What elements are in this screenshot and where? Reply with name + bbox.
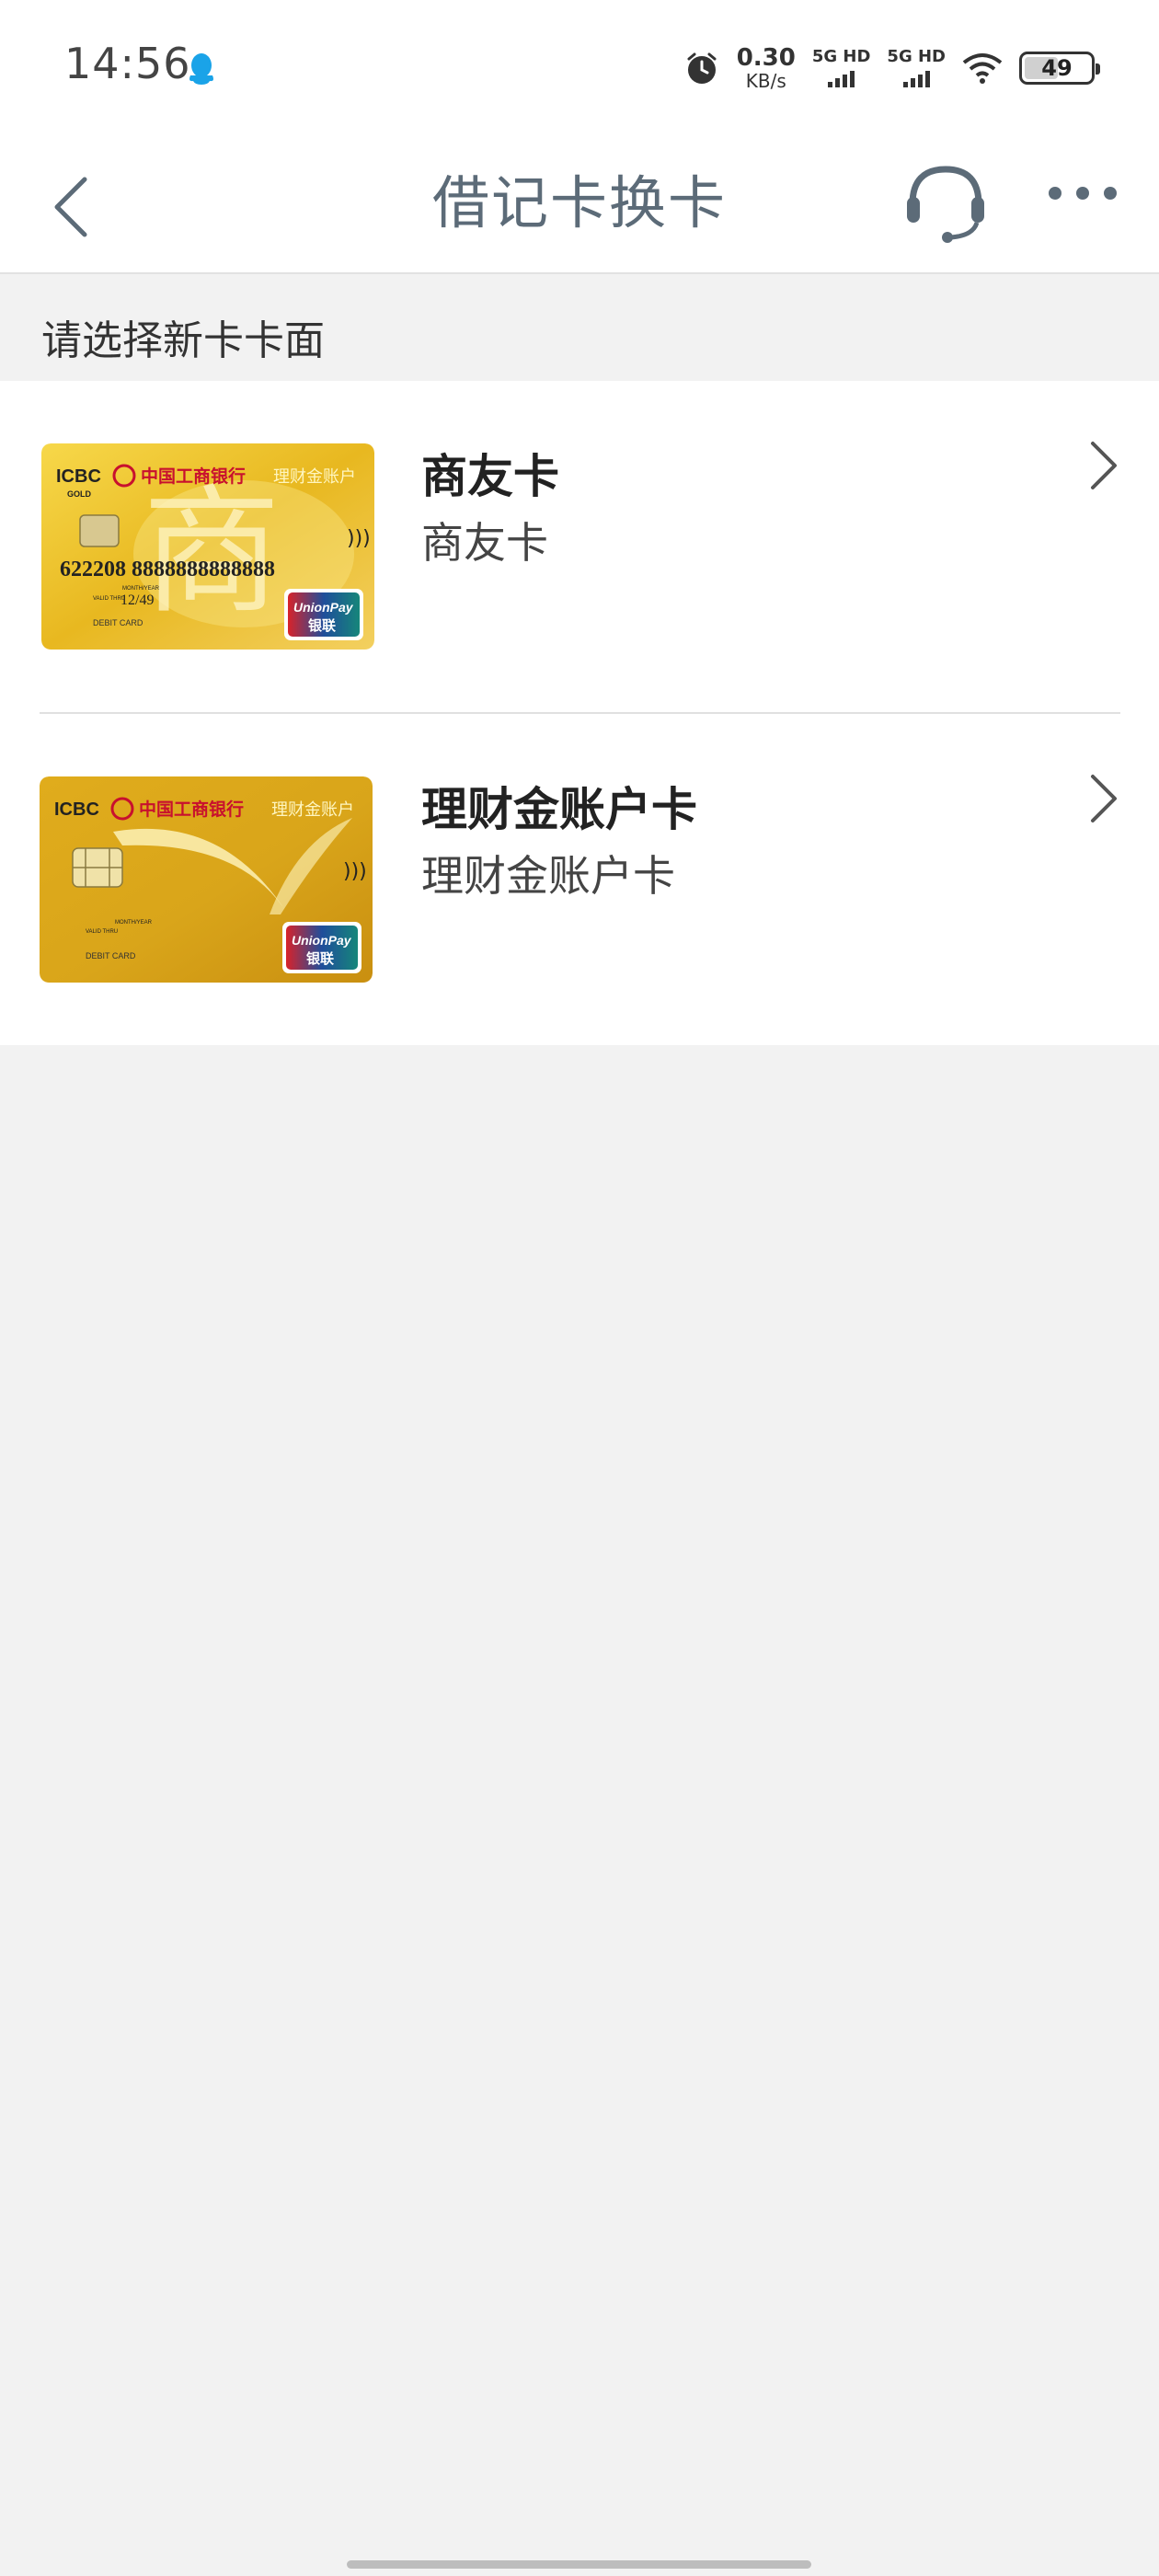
card-subtitle: 商友卡 bbox=[421, 518, 548, 568]
sim1-signal: 5G HD bbox=[811, 47, 871, 87]
svg-text:))): ))) bbox=[347, 527, 371, 550]
signal-bars-icon bbox=[902, 69, 930, 87]
svg-text:中国工商银行: 中国工商银行 bbox=[141, 466, 246, 487]
qq-icon bbox=[189, 53, 213, 85]
card-option-licaijin[interactable]: ICBC 中国工商银行 理财金账户 ))) MONTH/YEAR VALID T… bbox=[0, 714, 1159, 1045]
home-indicator[interactable] bbox=[347, 2560, 811, 2569]
battery-level: 49 bbox=[1041, 55, 1073, 81]
card-title: 商友卡 bbox=[421, 450, 559, 503]
signal-bars-icon bbox=[828, 69, 855, 87]
svg-text:理财金账户: 理财金账户 bbox=[273, 467, 356, 487]
wifi-icon bbox=[962, 53, 1003, 84]
network-speed: 0.30 KB/s bbox=[737, 46, 796, 90]
svg-text:银联: 银联 bbox=[308, 617, 337, 634]
svg-text:MONTH/YEAR: MONTH/YEAR bbox=[115, 920, 153, 926]
svg-text:12/49: 12/49 bbox=[120, 592, 154, 608]
card-face-image: ICBC 中国工商银行 理财金账户 ))) MONTH/YEAR VALID T… bbox=[40, 776, 373, 983]
svg-text:理财金账户: 理财金账户 bbox=[271, 800, 354, 820]
svg-text:MONTH/YEAR: MONTH/YEAR bbox=[122, 586, 160, 592]
battery-icon: 49 bbox=[1019, 52, 1100, 85]
status-indicators: 0.30 KB/s 5G HD 5G HD 49 bbox=[683, 40, 1100, 96]
svg-text:UnionPay: UnionPay bbox=[292, 933, 352, 948]
network-speed-value: 0.30 bbox=[736, 44, 796, 72]
svg-text:DEBIT CARD: DEBIT CARD bbox=[86, 951, 136, 960]
alarm-icon bbox=[687, 52, 717, 84]
card-title: 理财金账户卡 bbox=[421, 783, 697, 836]
card-list: 商 ICBC 中国工商银行 理财金账户 GOLD ))) 622208 8888… bbox=[0, 381, 1159, 1045]
svg-text:))): ))) bbox=[343, 860, 367, 883]
sim1-label: 5G HD bbox=[811, 47, 871, 66]
card-emblem: 商 bbox=[143, 473, 281, 633]
headset-icon[interactable] bbox=[900, 156, 992, 248]
svg-text:VALID THRU: VALID THRU bbox=[86, 929, 118, 935]
card-subtitle: 理财金账户卡 bbox=[421, 851, 675, 901]
chevron-right-icon bbox=[1091, 442, 1117, 489]
svg-text:622208 8888888888888: 622208 8888888888888 bbox=[60, 558, 275, 581]
chevron-right-icon bbox=[1091, 775, 1117, 822]
card-option-shangyou[interactable]: 商 ICBC 中国工商银行 理财金账户 GOLD ))) 622208 8888… bbox=[0, 381, 1159, 714]
svg-text:GOLD: GOLD bbox=[67, 489, 91, 499]
nav-bar: 借记卡换卡 bbox=[0, 136, 1159, 274]
section-label: 请选择新卡卡面 bbox=[41, 317, 325, 364]
status-time: 14:56 bbox=[64, 39, 191, 88]
svg-text:DEBIT CARD: DEBIT CARD bbox=[93, 618, 143, 627]
section-header: 请选择新卡卡面 bbox=[0, 274, 1159, 381]
svg-text:中国工商银行: 中国工商银行 bbox=[139, 799, 244, 820]
svg-text:ICBC: ICBC bbox=[56, 466, 101, 487]
svg-text:UnionPay: UnionPay bbox=[293, 600, 354, 615]
more-icon[interactable] bbox=[1049, 187, 1122, 200]
sim2-label: 5G HD bbox=[887, 47, 946, 66]
network-speed-unit: KB/s bbox=[745, 70, 786, 92]
card-face-image: 商 ICBC 中国工商银行 理财金账户 GOLD ))) 622208 8888… bbox=[41, 443, 374, 650]
sim2-signal: 5G HD bbox=[887, 49, 946, 87]
svg-text:ICBC: ICBC bbox=[54, 799, 99, 820]
status-bar: 14:56 0.30 KB/s 5G HD 5G HD 49 bbox=[0, 0, 1159, 136]
svg-text:银联: 银联 bbox=[306, 950, 335, 967]
